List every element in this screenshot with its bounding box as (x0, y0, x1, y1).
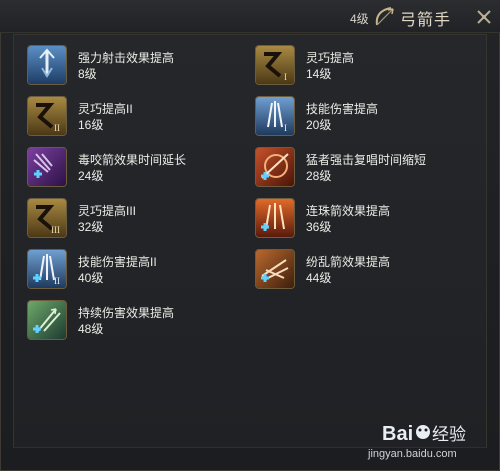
skill-level: 32级 (78, 220, 104, 234)
skill-item[interactable]: II 灵巧提高II 16级 (27, 96, 227, 140)
svg-text:I: I (284, 123, 287, 133)
skill-item[interactable]: 毒咬箭效果时间延长 24级 (27, 147, 227, 191)
barrage-arrow-icon (255, 198, 295, 238)
skill-name: 纷乱箭效果提高 (306, 255, 391, 269)
skill-name: 持续伤害效果提高 (78, 306, 175, 320)
svg-text:I: I (284, 72, 287, 82)
skill-level: 20级 (306, 118, 332, 132)
svg-text:Bai: Bai (382, 423, 413, 445)
watermark-url: jingyan.baidu.com (368, 448, 457, 460)
class-name: 弓箭手 (400, 12, 452, 29)
skill-item[interactable]: II 技能伤害提高II 40级 (27, 249, 227, 293)
skill-item[interactable]: 强力射击效果提高 8级 (27, 45, 227, 89)
skill-level: 36级 (306, 220, 332, 234)
skill-name: 强力射击效果提高 (78, 51, 175, 65)
class-level: 4级 (350, 12, 369, 26)
skill-level: 44级 (306, 271, 332, 285)
skill-level: 16级 (78, 118, 104, 132)
svg-text:II: II (54, 123, 60, 133)
bow-class-icon (375, 7, 394, 26)
dexterity-ii-icon: II (27, 96, 67, 136)
dexterity-iii-icon: III (27, 198, 67, 238)
skill-name: 技能伤害提高 (306, 102, 379, 116)
watermark-logo: Bai 经验 (382, 423, 466, 445)
skill-level: 40级 (78, 271, 104, 285)
dexterity-icon: I (255, 45, 295, 85)
svg-text:III: III (51, 225, 60, 235)
poison-arrow-icon (27, 147, 67, 187)
skill-name: 连珠箭效果提高 (306, 204, 391, 218)
skill-item[interactable]: I 灵巧提高 14级 (255, 45, 455, 89)
svg-text:II: II (54, 276, 60, 286)
skill-name: 猛者强击复唱时间缩短 (306, 153, 427, 167)
skill-item[interactable]: 持续伤害效果提高 48级 (27, 300, 227, 344)
crossed-weapons-icon (477, 10, 491, 24)
skill-item[interactable]: 纷乱箭效果提高 44级 (255, 249, 455, 293)
dot-damage-icon (27, 300, 67, 340)
skill-damage-icon: I (255, 96, 295, 136)
skill-level: 14级 (306, 67, 332, 81)
skill-level: 24级 (78, 169, 104, 183)
skill-level: 8级 (78, 67, 97, 81)
panel-header: 4级 弓箭手 (0, 0, 500, 33)
skill-level: 28级 (306, 169, 332, 183)
skill-item[interactable]: III 灵巧提高III 32级 (27, 198, 227, 242)
skill-level: 48级 (78, 322, 104, 336)
skill-item[interactable]: 连珠箭效果提高 36级 (255, 198, 455, 242)
skill-name: 毒咬箭效果时间延长 (78, 153, 187, 167)
power-shot-icon (27, 45, 67, 85)
chaos-arrow-icon (255, 249, 295, 289)
skill-name: 灵巧提高 (306, 51, 355, 65)
skill-name: 灵巧提高II (78, 102, 133, 116)
svg-text:经验: 经验 (432, 425, 466, 445)
skill-name: 灵巧提高III (78, 204, 137, 218)
skill-item[interactable]: I 技能伤害提高 20级 (255, 96, 455, 140)
fierce-strike-icon (255, 147, 295, 187)
skill-damage-ii-icon: II (27, 249, 67, 289)
skill-name: 技能伤害提高II (78, 255, 157, 269)
skill-item[interactable]: 猛者强击复唱时间缩短 28级 (255, 147, 455, 191)
skill-list: 强力射击效果提高 8级 II 灵巧提高II 16级 毒咬箭效果时间延长 24级 (13, 34, 487, 448)
